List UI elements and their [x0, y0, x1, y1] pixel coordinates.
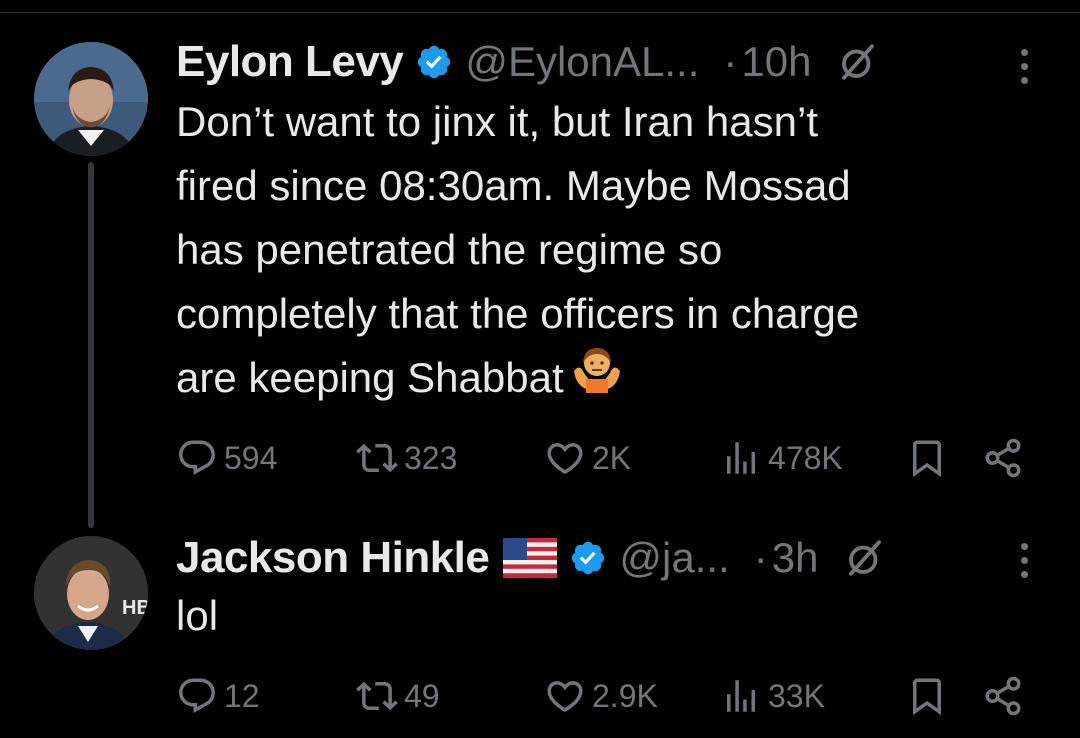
tweet-actions: 12 49 2.9K 33K [0, 668, 1080, 724]
reply-count: 594 [224, 439, 278, 476]
repost-button[interactable]: 323 [356, 430, 457, 486]
tweet-text-line: lol [176, 592, 219, 639]
reply-count: 12 [224, 677, 260, 714]
share-icon [982, 675, 1024, 717]
tweet-text-line-last: are keeping Shabbat [176, 346, 1056, 411]
author-name[interactable]: Eylon Levy [176, 37, 404, 87]
bookmark-icon [906, 675, 948, 717]
timestamp[interactable]: 3h [772, 534, 819, 582]
heart-icon [544, 437, 586, 479]
repost-icon [356, 675, 398, 717]
us-flag-emoji [503, 538, 558, 578]
heart-icon [544, 675, 586, 717]
top-divider [0, 12, 1080, 13]
author-handle[interactable]: @ja... [619, 534, 729, 582]
views-count: 478K [768, 439, 843, 476]
tweet-text-line: are keeping Shabbat [176, 354, 564, 401]
grok-icon[interactable] [837, 41, 879, 83]
tweet-body: Don’t want to jinx it, but Iran hasn’t f… [176, 90, 1056, 411]
reply-bubble-icon [176, 437, 218, 479]
avatar-photo-icon: HB [34, 536, 148, 650]
bookmark-button[interactable] [906, 430, 948, 486]
like-button[interactable]: 2K [544, 430, 631, 486]
grok-icon[interactable] [844, 537, 886, 579]
views-bar-chart-icon [720, 675, 762, 717]
views-button[interactable]: 33K [720, 668, 825, 724]
share-button[interactable] [982, 430, 1024, 486]
avatar-eylon-levy[interactable] [34, 42, 148, 156]
more-options-icon[interactable] [1014, 530, 1034, 590]
more-options-icon[interactable] [1014, 36, 1034, 96]
reply-button[interactable]: 12 [176, 668, 260, 724]
reply-button[interactable]: 594 [176, 430, 277, 486]
verified-badge-icon [415, 43, 453, 81]
tweet-text-line: Don’t want to jinx it, but Iran hasn’t [176, 98, 818, 145]
tweet-text-line: fired since 08:30am. Maybe Mossad [176, 162, 851, 209]
share-icon [982, 437, 1024, 479]
like-count: 2K [592, 439, 632, 476]
separator-dot: · [753, 534, 768, 581]
views-bar-chart-icon [720, 437, 762, 479]
repost-button[interactable]: 49 [356, 668, 440, 724]
avatar-photo-icon [34, 42, 148, 156]
tweet-text-line: has penetrated the regime so [176, 226, 723, 273]
views-button[interactable]: 478K [720, 430, 843, 486]
views-count: 33K [768, 677, 825, 714]
tweet-actions: 594 323 2K 478K [0, 430, 1080, 486]
author-name[interactable]: Jackson Hinkle [176, 533, 490, 583]
tweet-header: Jackson Hinkle @ja... · 3h [176, 528, 886, 588]
like-count: 2.9K [592, 677, 658, 714]
repost-count: 49 [404, 677, 440, 714]
share-button[interactable] [982, 668, 1024, 724]
timestamp[interactable]: 10h [741, 38, 811, 86]
separator-dot: · [723, 38, 738, 85]
author-handle[interactable]: @EylonAL... [465, 38, 699, 86]
reply-bubble-icon [176, 675, 218, 717]
bookmark-button[interactable] [906, 668, 948, 724]
like-button[interactable]: 2.9K [544, 668, 658, 724]
person-shrugging-emoji [570, 343, 624, 411]
tweet-text-line: completely that the officers in charge [176, 290, 860, 337]
repost-count: 323 [404, 439, 458, 476]
verified-badge-icon [569, 539, 607, 577]
tweet-header: Eylon Levy @EylonAL... · 10h [176, 32, 879, 92]
svg-text:HB: HB [122, 597, 148, 619]
avatar-jackson-hinkle[interactable]: HB [34, 536, 148, 650]
tweet-body: lol [176, 584, 1056, 648]
bookmark-icon [906, 437, 948, 479]
repost-icon [356, 437, 398, 479]
